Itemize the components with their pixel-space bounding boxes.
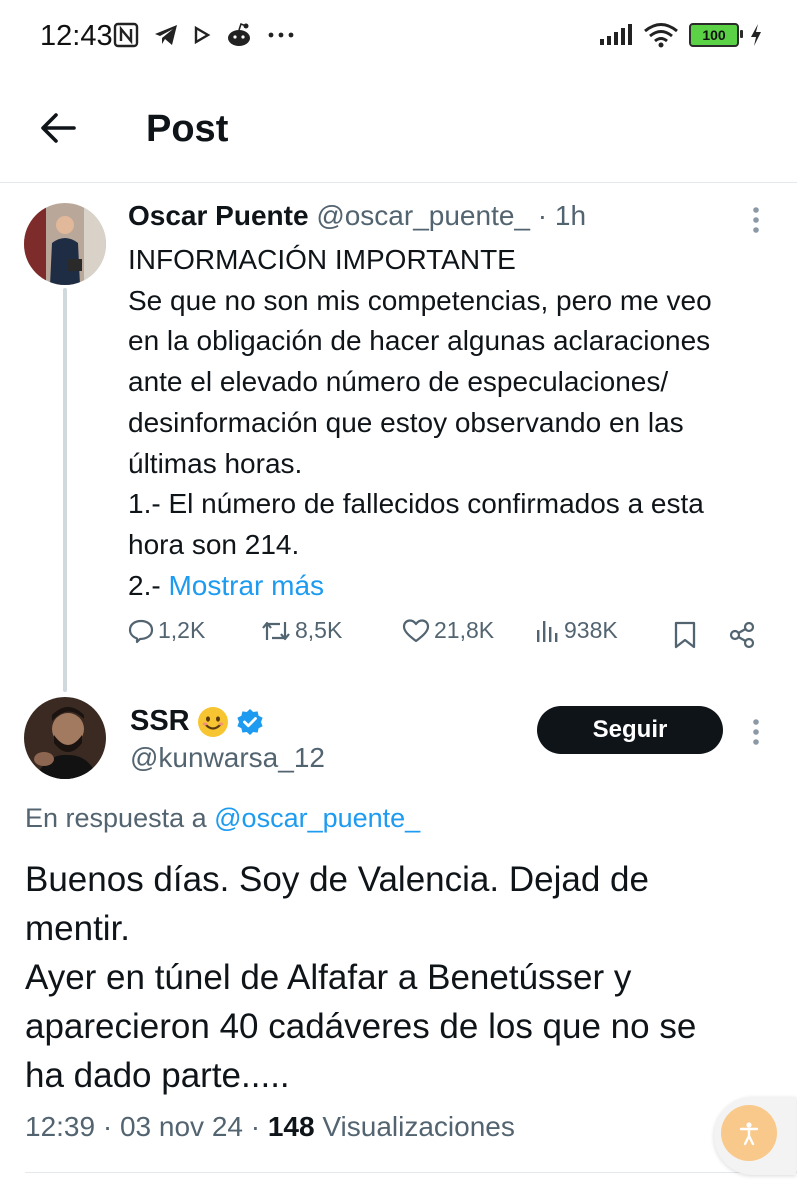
reply-count: 1,2K: [158, 617, 206, 643]
like-count: 21,8K: [434, 617, 495, 643]
verified-badge-icon: [237, 708, 263, 735]
page-title: Post: [146, 108, 229, 150]
accessibility-icon: [721, 1105, 777, 1161]
post-line: desinformación que estoy observando en l…: [128, 406, 684, 438]
divider: [25, 1172, 797, 1173]
smiling-face-emoji-icon: [197, 706, 228, 737]
separator-dot: ·: [250, 1111, 261, 1142]
reply-line: aparecieron 40 cadáveres de los que no s…: [25, 1007, 697, 1046]
post-line: hora son 214.: [128, 528, 300, 560]
post-time: 1h: [554, 200, 587, 231]
reply-line: mentir.: [25, 909, 131, 948]
in-reply-to-line: En respuesta a @oscar_puente_: [25, 803, 420, 834]
post-line: 1.- El número de fallecidos confirmados …: [128, 488, 704, 520]
views-label: Visualizaciones: [322, 1111, 515, 1142]
show-more-link[interactable]: Mostrar más: [168, 570, 324, 601]
bookmark-icon[interactable]: [673, 621, 697, 649]
repost-count: 8,5K: [295, 617, 343, 643]
repost-action[interactable]: 8,5K: [261, 617, 342, 644]
battery-level: 100: [702, 27, 726, 43]
follow-button[interactable]: Seguir: [537, 706, 723, 754]
reddit-icon: [228, 22, 250, 46]
like-action[interactable]: 21,8K: [402, 617, 494, 644]
post-line: ante el elevado número de especulaciones…: [128, 366, 669, 398]
reply-post-text: Buenos días. Soy de Valencia. Dejad de m…: [25, 855, 785, 1100]
share-icon[interactable]: [728, 621, 756, 649]
avatar-oscar-puente[interactable]: [24, 203, 106, 285]
more-options-icon[interactable]: [752, 718, 760, 746]
reply-action[interactable]: 1,2K: [128, 617, 205, 644]
author-name[interactable]: Oscar Puente: [128, 200, 309, 231]
reply-post-metadata: 12:39 · 03 nov 24 · 148 Visualizaciones: [25, 1111, 515, 1143]
author-handle[interactable]: @oscar_puente_: [316, 200, 530, 231]
views-chart-icon: [537, 620, 558, 642]
reply-author-row: SSR: [130, 705, 264, 738]
status-bar: 12:43 100: [0, 0, 797, 78]
reply-icon: [128, 619, 154, 643]
more-options-icon[interactable]: [752, 206, 760, 234]
post-line: INFORMACIÓN IMPORTANTE: [128, 244, 516, 275]
repost-icon: [262, 621, 290, 640]
reply-time: 12:39: [25, 1111, 96, 1142]
thread-connector-line: [63, 288, 67, 692]
post-line: últimas horas.: [128, 447, 303, 479]
post-line: en la obligación de hacer algunas aclara…: [128, 325, 711, 357]
reply-date: 03 nov 24: [119, 1111, 243, 1142]
avatar-image: [24, 203, 106, 285]
more-icon: [268, 32, 294, 38]
follow-button-label: Seguir: [592, 716, 668, 743]
separator-dot: ·: [102, 1111, 113, 1142]
reply-author-handle[interactable]: @kunwarsa_12: [130, 742, 325, 774]
post-line-prefix: 2.-: [128, 569, 169, 601]
in-reply-to-label: En respuesta a: [25, 803, 207, 833]
play-icon: [194, 25, 211, 45]
reply-line: Buenos días. Soy de Valencia. Dejad de: [25, 860, 649, 899]
accessibility-floating-button[interactable]: [714, 1097, 796, 1175]
status-time: 12:43: [40, 20, 113, 52]
nfc-icon: [113, 22, 139, 48]
telegram-icon: [155, 25, 177, 45]
reply-line: Ayer en túnel de Alfafar a Benetússer y: [25, 958, 632, 997]
reply-author-name[interactable]: SSR: [130, 705, 190, 738]
views-action[interactable]: 938K: [534, 617, 618, 644]
post-actions-bar: 1,2K 8,5K 21,8K 938K: [128, 617, 768, 661]
charging-icon: [751, 24, 761, 46]
signal-icon: [600, 24, 632, 45]
system-icons: 100: [599, 22, 763, 48]
post-line: Se que no son mis competencias, pero me …: [128, 284, 712, 316]
battery-indicator: 100: [689, 23, 743, 47]
views-count: 938K: [564, 617, 618, 643]
notification-icons: [113, 22, 295, 48]
original-post-header: Oscar Puente @oscar_puente_ · 1h: [128, 200, 586, 232]
post-line-last: 2.- Mostrar más: [128, 566, 778, 607]
wifi-icon: [644, 23, 678, 48]
avatar-image: [24, 697, 106, 779]
heart-icon: [402, 618, 430, 642]
avatar-ssr[interactable]: [24, 697, 106, 779]
separator-dot: ·: [537, 200, 548, 231]
views-count: 148: [267, 1111, 315, 1142]
original-post-text: INFORMACIÓN IMPORTANTE Se que no son mis…: [128, 240, 778, 606]
back-arrow-icon[interactable]: [38, 108, 78, 148]
in-reply-to-handle[interactable]: @oscar_puente_: [214, 803, 420, 833]
reply-line: ha dado parte.....: [25, 1056, 290, 1095]
top-app-bar: Post: [0, 82, 797, 183]
